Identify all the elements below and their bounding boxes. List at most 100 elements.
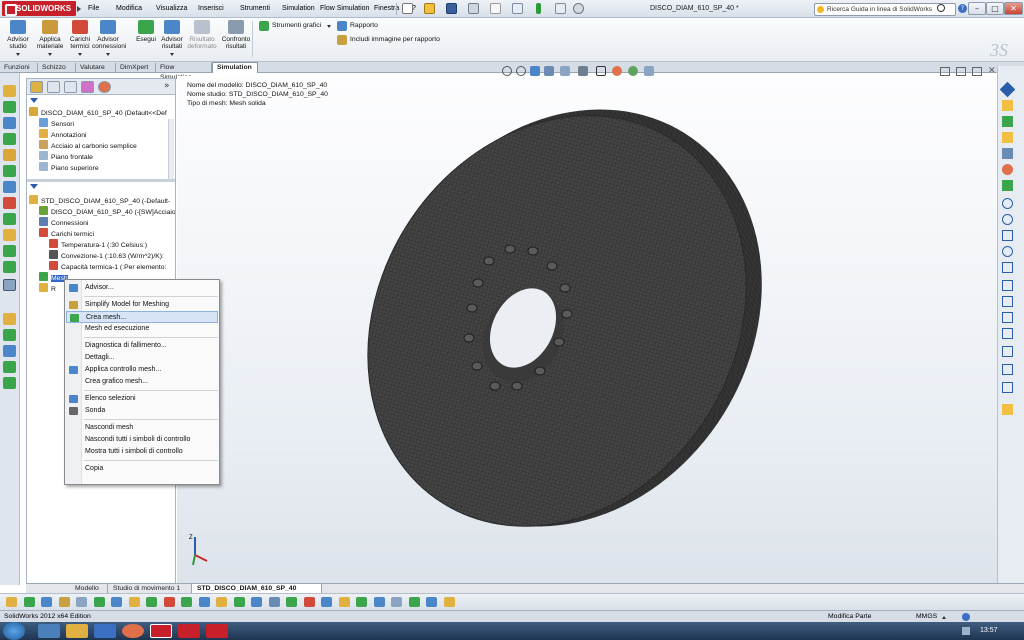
search-input[interactable]: Ricerca Guida in linea di SolidWorks [814,3,956,16]
print-icon[interactable] [468,3,479,14]
viewport-close-icon[interactable]: ✕ [988,66,996,76]
sim-tool-icon[interactable] [408,597,420,607]
view-palette-icon[interactable] [1002,148,1013,159]
options-gear-icon[interactable] [573,3,584,14]
bottom-tab[interactable]: STD_DISCO_DIAM_610_SP_40 [192,584,322,593]
zoom-to-fit-icon[interactable] [502,66,512,76]
sim-tool-icon[interactable] [268,597,280,607]
clock[interactable]: 13:57 [980,622,998,640]
result-icon[interactable] [3,181,16,193]
thermal-icon[interactable] [3,197,16,209]
sim-tool-icon[interactable] [41,597,52,607]
tree-item[interactable]: Acciaio al carbonio semplice [29,140,169,151]
sim-filter-icon[interactable] [30,184,38,189]
ribbon-dropdown-icon[interactable] [170,53,174,56]
viewport-restore-icon[interactable] [972,67,982,76]
appearances-icon[interactable] [1002,164,1013,175]
ribbon-dropdown-icon[interactable] [16,53,20,56]
section-view-icon[interactable] [544,66,554,76]
close-button[interactable]: ✕ [1004,2,1023,15]
context-menu-item[interactable]: Copia [66,463,218,475]
report-button[interactable]: Rapporto [336,20,378,32]
home-icon[interactable] [1002,100,1013,111]
appearance-icon[interactable] [612,66,622,76]
file-properties-icon[interactable] [555,3,566,14]
filter-icon[interactable] [30,98,38,103]
menu-item[interactable]: Inserisci [194,0,228,18]
zoom-to-area-icon[interactable] [516,66,526,76]
tree-item[interactable]: DISCO_DIAM_610_SP_40 (Default<<Def [29,107,169,118]
tree-item[interactable]: Capacità termica-1 (:Per elemento: [29,261,175,272]
command-tab[interactable]: Flow Simulation [156,63,212,81]
tree-item[interactable]: Annotazioni [29,129,169,140]
undo-icon[interactable] [490,3,501,14]
probe-icon[interactable] [3,245,16,257]
menu-item[interactable]: Modifica [112,0,146,18]
sim-tool-icon[interactable] [76,597,87,607]
simulation-tool-icon[interactable] [3,85,16,97]
context-menu-item[interactable]: Nascondi tutti i simboli di controllo [66,434,218,446]
spring-icon[interactable] [3,261,16,273]
custom-properties-icon[interactable] [1002,180,1013,191]
menu-item[interactable]: Finestra [370,0,403,18]
graphics-viewport[interactable]: Nome del modello: DISCO_DIAM_610_SP_40 N… [177,76,997,583]
property-manager-tab-icon[interactable] [47,81,60,93]
viewport-minimize-icon[interactable] [940,67,950,76]
file-explorer-icon[interactable] [1002,132,1013,143]
ribbon-button[interactable]: Confronto risultati [220,20,252,60]
polygon-tool-icon[interactable] [1002,246,1013,257]
units-dropdown-icon[interactable] [942,616,946,619]
media-player-taskbar-icon[interactable] [94,624,116,638]
firefox-taskbar-icon[interactable] [122,624,144,638]
sim-tool-icon[interactable] [303,597,315,607]
view-orientation-icon[interactable] [560,66,570,76]
viewport-tile-icon[interactable] [956,67,966,76]
sim-tool-icon[interactable] [251,597,262,607]
compare-icon[interactable] [3,361,16,373]
tree-item[interactable]: Piano frontale [29,151,169,162]
help-status-icon[interactable] [962,613,970,621]
feature-tree-tab-icon[interactable] [30,81,43,93]
sim-tool-icon[interactable] [233,597,245,607]
animate-icon[interactable] [3,329,16,341]
bottom-tab[interactable]: Studio di movimento 1 [108,584,192,593]
tree-item[interactable]: Sensori [29,118,169,129]
command-tab[interactable]: Funzioni [0,63,38,73]
ribbon-dropdown-icon[interactable] [78,53,82,56]
quick-snaps-icon[interactable] [1002,404,1013,415]
sim-tool-icon[interactable] [286,597,297,607]
rebuild-icon[interactable] [536,3,541,14]
solidworks-taskbar-icon-2[interactable] [178,624,200,638]
include-image-report-button[interactable]: Includi immagine per rapporto [336,34,440,46]
sim-tool-icon[interactable] [128,597,140,607]
arc-tool-icon[interactable] [1002,214,1013,225]
menu-item[interactable]: File [84,0,103,18]
maximize-button[interactable]: □ [986,2,1004,15]
mesh-tool-icon[interactable] [3,149,16,161]
dimxpert-tab-icon[interactable] [81,81,94,93]
mirror-tool-icon[interactable] [1002,312,1013,323]
sim-tool-icon[interactable] [6,597,17,607]
menu-expand-icon[interactable] [77,6,81,12]
explorer-taskbar-icon[interactable] [66,624,88,638]
command-tab[interactable]: DimXpert [116,63,156,73]
speaker-icon[interactable] [962,627,970,635]
tree-item[interactable]: Temperatura-1 (:30 Celsius:) [29,239,175,250]
tree-item[interactable]: Convezione-1 (:10.63 (W/m^2)/K): [29,250,175,261]
smart-dimension-icon[interactable] [1002,364,1013,375]
minimize-button[interactable]: – [968,2,986,15]
command-tab[interactable]: Schizzo [38,63,76,73]
select-arrow-icon[interactable] [512,3,523,14]
scene-icon[interactable] [628,66,638,76]
context-menu-item[interactable]: Elenco selezioni [66,393,218,405]
sim-tool-icon[interactable] [23,597,35,607]
context-menu-item[interactable]: Mostra tutti i simboli di controllo [66,446,218,458]
sim-tool-icon[interactable] [356,597,367,607]
sim-tool-icon[interactable] [111,597,122,607]
library-icon[interactable] [1002,116,1013,127]
tree-item[interactable]: Piano superiore [29,162,169,171]
context-menu-item[interactable]: Crea mesh... [66,311,218,323]
context-menu-item[interactable]: Applica controllo mesh... [66,364,218,376]
sim-tool-icon[interactable] [391,597,402,607]
context-menu-item[interactable]: Diagnostica di fallimento... [66,340,218,352]
